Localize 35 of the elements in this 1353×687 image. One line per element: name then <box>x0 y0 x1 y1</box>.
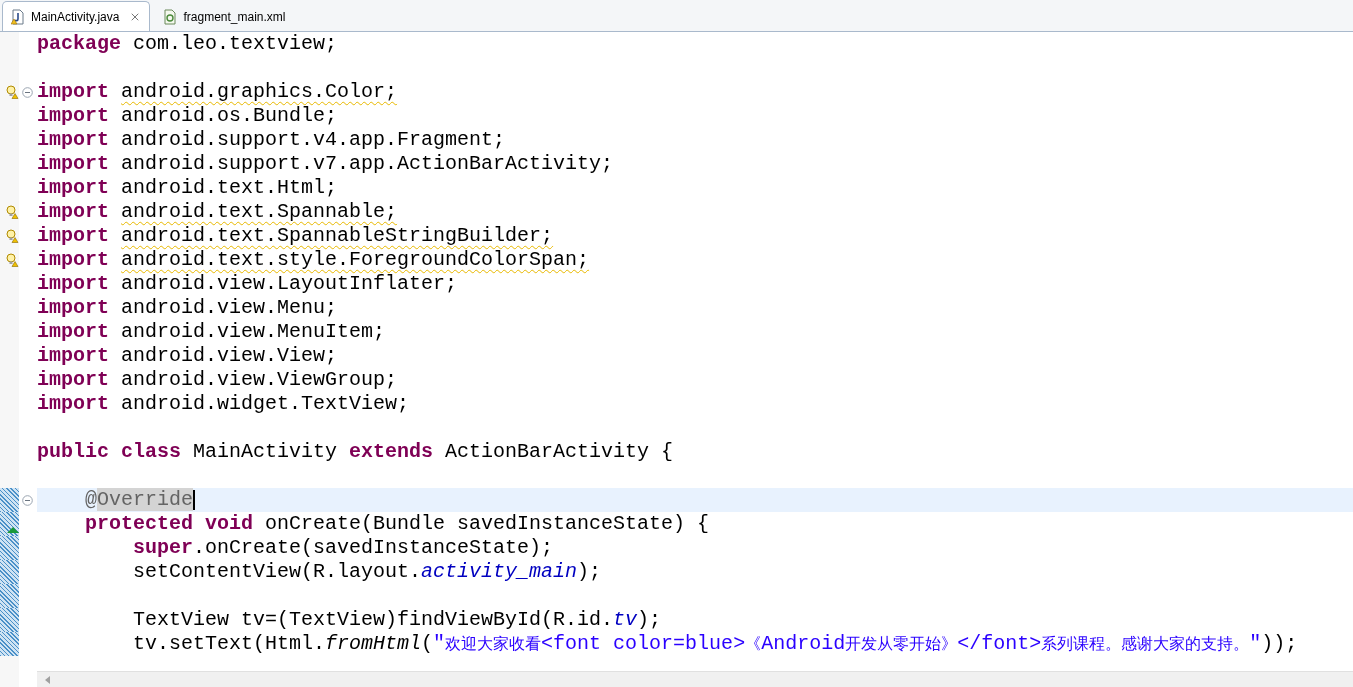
code-line: protected void onCreate(Bundle savedInstanceState) { <box>84 512 710 536</box>
code-line: import android.support.v7.app.ActionBarActivity; <box>37 152 614 176</box>
code-line: import android.text.Html; <box>37 176 338 200</box>
code-line: import android.text.Spannable; <box>37 200 398 224</box>
java-file-icon <box>11 8 25 25</box>
code-line: tv.setText(Html.fromHtml("欢迎大家收看<font color=blue>《Android开发从零开始》</font>系列课程。感谢大家的支持。")); <box>132 631 1298 657</box>
code-line: import android.widget.TextView; <box>37 392 410 416</box>
horizontal-scrollbar[interactable] <box>37 671 1353 687</box>
code-line: import android.view.View; <box>37 344 338 368</box>
code-line: @Override <box>84 488 194 512</box>
collapse-icon[interactable] <box>21 86 33 98</box>
code-line: import android.os.Bundle; <box>37 104 338 128</box>
collapse-icon[interactable] <box>21 494 33 506</box>
warning-lightbulb-icon <box>5 253 19 267</box>
code-line: package com.leo.textview; <box>37 32 338 56</box>
code-line: public class MainActivity extends ActionBarActivity { <box>37 440 674 464</box>
editor-tab[interactable]: MainActivity.java <box>2 1 151 31</box>
code-line: import android.graphics.Color; <box>37 80 398 104</box>
text-cursor <box>193 490 196 510</box>
warning-lightbulb-icon <box>5 205 19 219</box>
code-line: import android.view.LayoutInflater; <box>37 272 458 296</box>
code-line: import android.text.style.ForegroundColorSpan; <box>37 248 590 272</box>
code-line: import android.view.Menu; <box>37 296 338 320</box>
code-line: import android.text.SpannableStringBuilder; <box>37 224 554 248</box>
editor-tab[interactable]: fragment_main.xml <box>154 1 295 31</box>
warning-lightbulb-icon <box>5 85 19 99</box>
scroll-left-icon[interactable] <box>45 675 51 684</box>
code-line: import android.support.v4.app.Fragment; <box>37 128 506 152</box>
xml-file-icon <box>163 8 178 25</box>
code-line: super.onCreate(savedInstanceState); <box>132 536 554 560</box>
warning-lightbulb-icon <box>5 229 19 243</box>
code-line: import android.view.MenuItem; <box>37 320 386 344</box>
code-line: setContentView(R.layout.activity_main); <box>132 560 602 584</box>
code-line: import android.view.ViewGroup; <box>37 368 398 392</box>
code-line: TextView tv=(TextView)findViewById(R.id.tv); <box>132 608 662 632</box>
